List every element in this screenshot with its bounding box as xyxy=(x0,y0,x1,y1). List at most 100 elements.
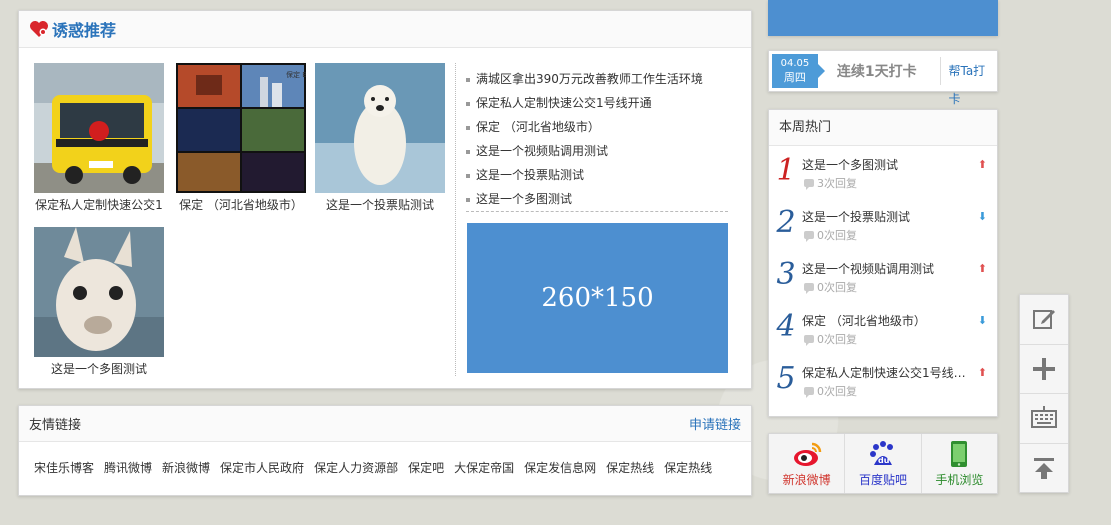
post-button[interactable] xyxy=(1020,295,1068,345)
keyboard-button[interactable] xyxy=(1020,394,1068,444)
hot-reply-count: 3次回复 xyxy=(817,177,857,190)
pic-item-alpaca[interactable]: 这是一个多图测试 xyxy=(34,227,164,377)
friend-link[interactable]: 保定热线 xyxy=(664,459,712,476)
baoding-collage-photo[interactable]: 保定 Baoding xyxy=(176,63,306,193)
friend-link[interactable]: 保定人力资源部 xyxy=(314,459,398,476)
back-to-top-icon xyxy=(1034,457,1054,479)
hot-reply-count: 0次回复 xyxy=(817,229,857,242)
weibo-icon xyxy=(793,442,821,466)
news-item[interactable]: 这是一个视频贴调用测试 xyxy=(466,139,731,163)
hot-title[interactable]: 这是一个投票贴测试 xyxy=(802,208,972,225)
friend-link[interactable]: 保定市人民政府 xyxy=(220,459,304,476)
checkin-bar: 04.05 周四 连续1天打卡 帮Ta打卡 xyxy=(768,50,998,106)
share-weibo-button[interactable]: 新浪微博 xyxy=(769,434,846,493)
friend-link[interactable]: 保定发信息网 xyxy=(524,459,596,476)
pic-item-bear[interactable]: 这是一个投票贴测试 xyxy=(315,63,445,213)
mobile-browse-button[interactable]: 手机浏览 xyxy=(922,434,997,493)
heart-icon xyxy=(29,20,49,38)
recommend-header: 诱惑推荐 xyxy=(19,11,751,48)
friend-link[interactable]: 腾讯微博 xyxy=(104,459,152,476)
news-list: 满城区拿出390万元改善教师工作生活环境 保定私人定制快速公交1号线开通 保定 … xyxy=(466,67,731,211)
friend-link[interactable]: 新浪微博 xyxy=(162,459,210,476)
back-to-top-button[interactable] xyxy=(1020,443,1068,492)
friend-link[interactable]: 宋佳乐博客 xyxy=(34,459,94,476)
svg-text:du: du xyxy=(878,456,890,465)
pic-item-baoding[interactable]: 保定 Baoding 保定 （河北省地级市） xyxy=(176,63,306,213)
hot-title[interactable]: 保定 （河北省地级市） xyxy=(802,312,972,329)
vertical-divider xyxy=(455,63,456,376)
checkin-status: 连续1天打卡 xyxy=(836,64,917,80)
comment-icon xyxy=(804,387,814,398)
news-separator xyxy=(466,211,728,212)
hot-replies: 0次回复 xyxy=(804,227,857,243)
friend-link[interactable]: 保定吧 xyxy=(408,459,444,476)
baidu-tieba-icon: du xyxy=(869,441,893,465)
trend-up-icon: ⬆ xyxy=(977,262,987,275)
trend-up-icon: ⬆ xyxy=(977,158,987,171)
add-button[interactable] xyxy=(1020,344,1068,394)
hot-reply-count: 0次回复 xyxy=(817,281,857,294)
weekly-hot-panel: 本周热门 1 这是一个多图测试 3次回复 ⬆ 2 这是一个投票贴测试 0次回复 ⬇ 3 这是一个视… xyxy=(768,109,998,417)
hot-title[interactable]: 这是一个多图测试 xyxy=(802,156,972,173)
hot-rank: 1 xyxy=(776,153,796,188)
friend-link[interactable]: 大保定帝国 xyxy=(454,459,514,476)
pic-caption[interactable]: 这是一个投票贴测试 xyxy=(310,196,450,213)
bus-photo[interactable] xyxy=(34,63,164,193)
trend-down-icon: ⬇ xyxy=(977,314,987,327)
hot-rank: 2 xyxy=(776,205,796,240)
top-banner xyxy=(768,0,998,36)
friend-links-list: 宋佳乐博客 腾讯微博 新浪微博 保定市人民政府 保定人力资源部 保定吧 大保定帝… xyxy=(19,442,751,476)
hot-rank: 5 xyxy=(776,361,796,396)
share-tieba-button[interactable]: du 百度贴吧 xyxy=(845,434,922,493)
comment-icon xyxy=(804,231,814,242)
floating-toolbar xyxy=(1019,294,1069,493)
comment-icon xyxy=(804,283,814,294)
friend-links-header: 友情链接 申请链接 xyxy=(19,406,751,442)
weekly-hot-title: 本周热门 xyxy=(769,110,997,146)
share-bar: 新浪微博 du 百度贴吧 手机浏览 xyxy=(768,433,998,494)
hot-replies: 3次回复 xyxy=(804,175,857,191)
pic-caption[interactable]: 这是一个多图测试 xyxy=(29,360,169,377)
trend-down-icon: ⬇ xyxy=(977,210,987,223)
plus-icon xyxy=(1033,357,1055,380)
checkin-help-button[interactable]: 帮Ta打卡 xyxy=(940,57,997,106)
recommend-title: 诱惑推荐 xyxy=(52,21,117,40)
news-item[interactable]: 这是一个多图测试 xyxy=(466,187,731,211)
hot-reply-count: 0次回复 xyxy=(817,385,857,398)
hot-title[interactable]: 这是一个视频贴调用测试 xyxy=(802,260,972,277)
hot-reply-count: 0次回复 xyxy=(817,333,857,346)
hot-item[interactable]: 4 保定 （河北省地级市） 0次回复 ⬇ xyxy=(769,302,997,354)
mobile-icon xyxy=(951,441,968,467)
hot-replies: 0次回复 xyxy=(804,383,857,399)
share-label: 新浪微博 xyxy=(782,473,831,487)
trend-up-icon: ⬆ xyxy=(977,366,987,379)
hot-replies: 0次回复 xyxy=(804,331,857,347)
keyboard-icon xyxy=(1031,406,1057,429)
hot-item[interactable]: 1 这是一个多图测试 3次回复 ⬆ xyxy=(769,146,997,198)
recommend-panel: 诱惑推荐 保定私人定制快速公交1 保定 B 保定 （河北省地级市） 这是一个投票… xyxy=(18,10,752,389)
friend-link[interactable]: 保定热线 xyxy=(606,459,654,476)
news-item[interactable]: 保定 （河北省地级市） xyxy=(466,115,731,139)
ad-placeholder[interactable]: 260*150 xyxy=(467,223,728,373)
news-item[interactable]: 保定私人定制快速公交1号线开通 xyxy=(466,91,731,115)
hot-item[interactable]: 5 保定私人定制快速公交1号线… 0次回复 ⬆ xyxy=(769,354,997,406)
polar-bear-photo[interactable] xyxy=(315,63,445,193)
checkin-date-badge: 04.05 周四 xyxy=(772,54,825,88)
apply-link-button[interactable]: 申请链接 xyxy=(689,414,741,433)
news-item[interactable]: 满城区拿出390万元改善教师工作生活环境 xyxy=(466,67,731,91)
pic-caption[interactable]: 保定 （河北省地级市） xyxy=(171,196,311,213)
news-item[interactable]: 这是一个投票贴测试 xyxy=(466,163,731,187)
pic-item-bus[interactable]: 保定私人定制快速公交1 xyxy=(34,63,164,213)
pic-caption[interactable]: 保定私人定制快速公交1 xyxy=(29,196,169,213)
hot-replies: 0次回复 xyxy=(804,279,857,295)
baoding-photo-text: 保定 Baoding xyxy=(286,70,306,79)
hot-item[interactable]: 2 这是一个投票贴测试 0次回复 ⬇ xyxy=(769,198,997,250)
checkin-date: 04.05 xyxy=(780,58,810,69)
hot-title[interactable]: 保定私人定制快速公交1号线… xyxy=(802,364,972,381)
hot-item[interactable]: 3 这是一个视频贴调用测试 0次回复 ⬆ xyxy=(769,250,997,302)
share-label: 手机浏览 xyxy=(935,473,984,487)
share-label: 百度贴吧 xyxy=(858,473,907,487)
comment-icon xyxy=(804,179,814,190)
alpaca-photo[interactable] xyxy=(34,227,164,357)
edit-icon xyxy=(1033,310,1055,330)
